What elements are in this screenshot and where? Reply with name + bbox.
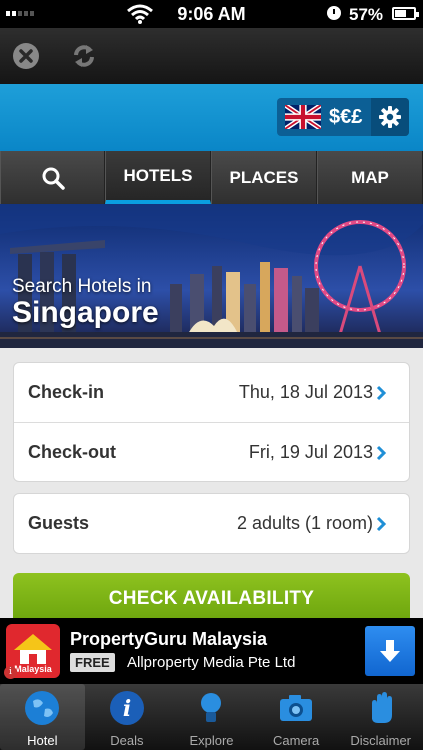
currency-label: $€£ [329, 105, 363, 128]
hand-icon [361, 688, 401, 728]
info-icon: i [107, 688, 147, 728]
main-tabs: HOTELS PLACES MAP [0, 151, 423, 204]
checkin-label: Check-in [28, 382, 105, 402]
download-arrow-icon [380, 640, 400, 662]
tabbar-item-camera[interactable]: Camera [254, 684, 339, 750]
battery-percent: 57% [349, 5, 384, 24]
tab-hotels[interactable]: HOTELS [105, 151, 211, 204]
currency-selector[interactable]: $€£ [277, 98, 409, 136]
chevron-right-icon [376, 516, 387, 532]
tabbar-label-hotel: Hotel [27, 733, 58, 748]
status-bar: 9:06 AM 57% [0, 0, 423, 28]
checkin-row[interactable]: Check-in Thu, 18 Jul 2013 [14, 363, 409, 422]
ad-title: PropertyGuru Malaysia [70, 629, 268, 649]
checkin-value: Thu, 18 Jul 2013 [238, 382, 373, 402]
ad-info-icon[interactable]: i [4, 666, 17, 679]
header-bar: $€£ [0, 84, 423, 151]
svg-text:i: i [123, 696, 131, 722]
ad-publisher: Allproperty Media Pte Ltd [127, 654, 296, 671]
battery-icon [392, 7, 419, 20]
search-icon [42, 167, 65, 190]
tab-places[interactable]: PLACES [211, 151, 317, 204]
ad-free-badge: FREE [70, 653, 115, 672]
alarm-clock-icon [327, 6, 341, 20]
guests-value: 2 adults (1 room) [236, 513, 373, 533]
tabbar-label-camera: Camera [272, 733, 320, 748]
guests-card: Guests 2 adults (1 room) [13, 493, 410, 554]
tabbar-item-hotel[interactable]: Hotel [0, 684, 85, 750]
close-icon [13, 43, 39, 69]
ad-download-button[interactable] [365, 626, 415, 676]
chevron-right-icon [376, 445, 387, 461]
checkout-label: Check-out [28, 441, 117, 462]
hero-banner: Search Hotels in Singapore [0, 204, 423, 348]
chevron-right-icon [376, 385, 387, 401]
tabbar-label-deals: Deals [110, 733, 144, 748]
app-toolbar [0, 28, 423, 84]
tab-search[interactable] [0, 151, 105, 204]
tabbar-item-disclaimer[interactable]: Disclaimer [338, 684, 423, 750]
hero-city-name: Singapore [12, 296, 159, 329]
tabbar-label-explore: Explore [189, 733, 234, 748]
refresh-icon [74, 45, 94, 67]
dates-card: Check-in Thu, 18 Jul 2013 Check-out Fri,… [13, 362, 410, 482]
guests-label: Guests [28, 513, 90, 533]
checkout-row[interactable]: Check-out Fri, 19 Jul 2013 [14, 422, 409, 481]
refresh-button[interactable] [68, 40, 100, 72]
tabbar-item-explore[interactable]: Explore [169, 684, 254, 750]
checkout-value: Fri, 19 Jul 2013 [248, 441, 373, 462]
settings-button[interactable] [371, 98, 409, 136]
hero-caption: Search Hotels in Singapore [12, 276, 159, 330]
guests-row[interactable]: Guests 2 adults (1 room) [14, 494, 409, 553]
gear-icon [379, 106, 401, 128]
tabbar-item-deals[interactable]: i Deals [85, 684, 170, 750]
ad-banner[interactable]: Malaysia i PropertyGuru Malaysia FREE Al… [0, 618, 423, 684]
close-button[interactable] [10, 40, 42, 72]
hero-subtitle: Search Hotels in [12, 276, 152, 297]
camera-icon [276, 688, 316, 728]
lightbulb-icon [191, 688, 231, 728]
tab-map[interactable]: MAP [317, 151, 423, 204]
tabbar-label-disclaimer: Disclaimer [350, 733, 411, 748]
globe-icon [22, 688, 62, 728]
uk-flag-icon [285, 105, 321, 129]
bottom-tab-bar: Hotel i Deals Explore Camera Disclaimer [0, 684, 423, 750]
